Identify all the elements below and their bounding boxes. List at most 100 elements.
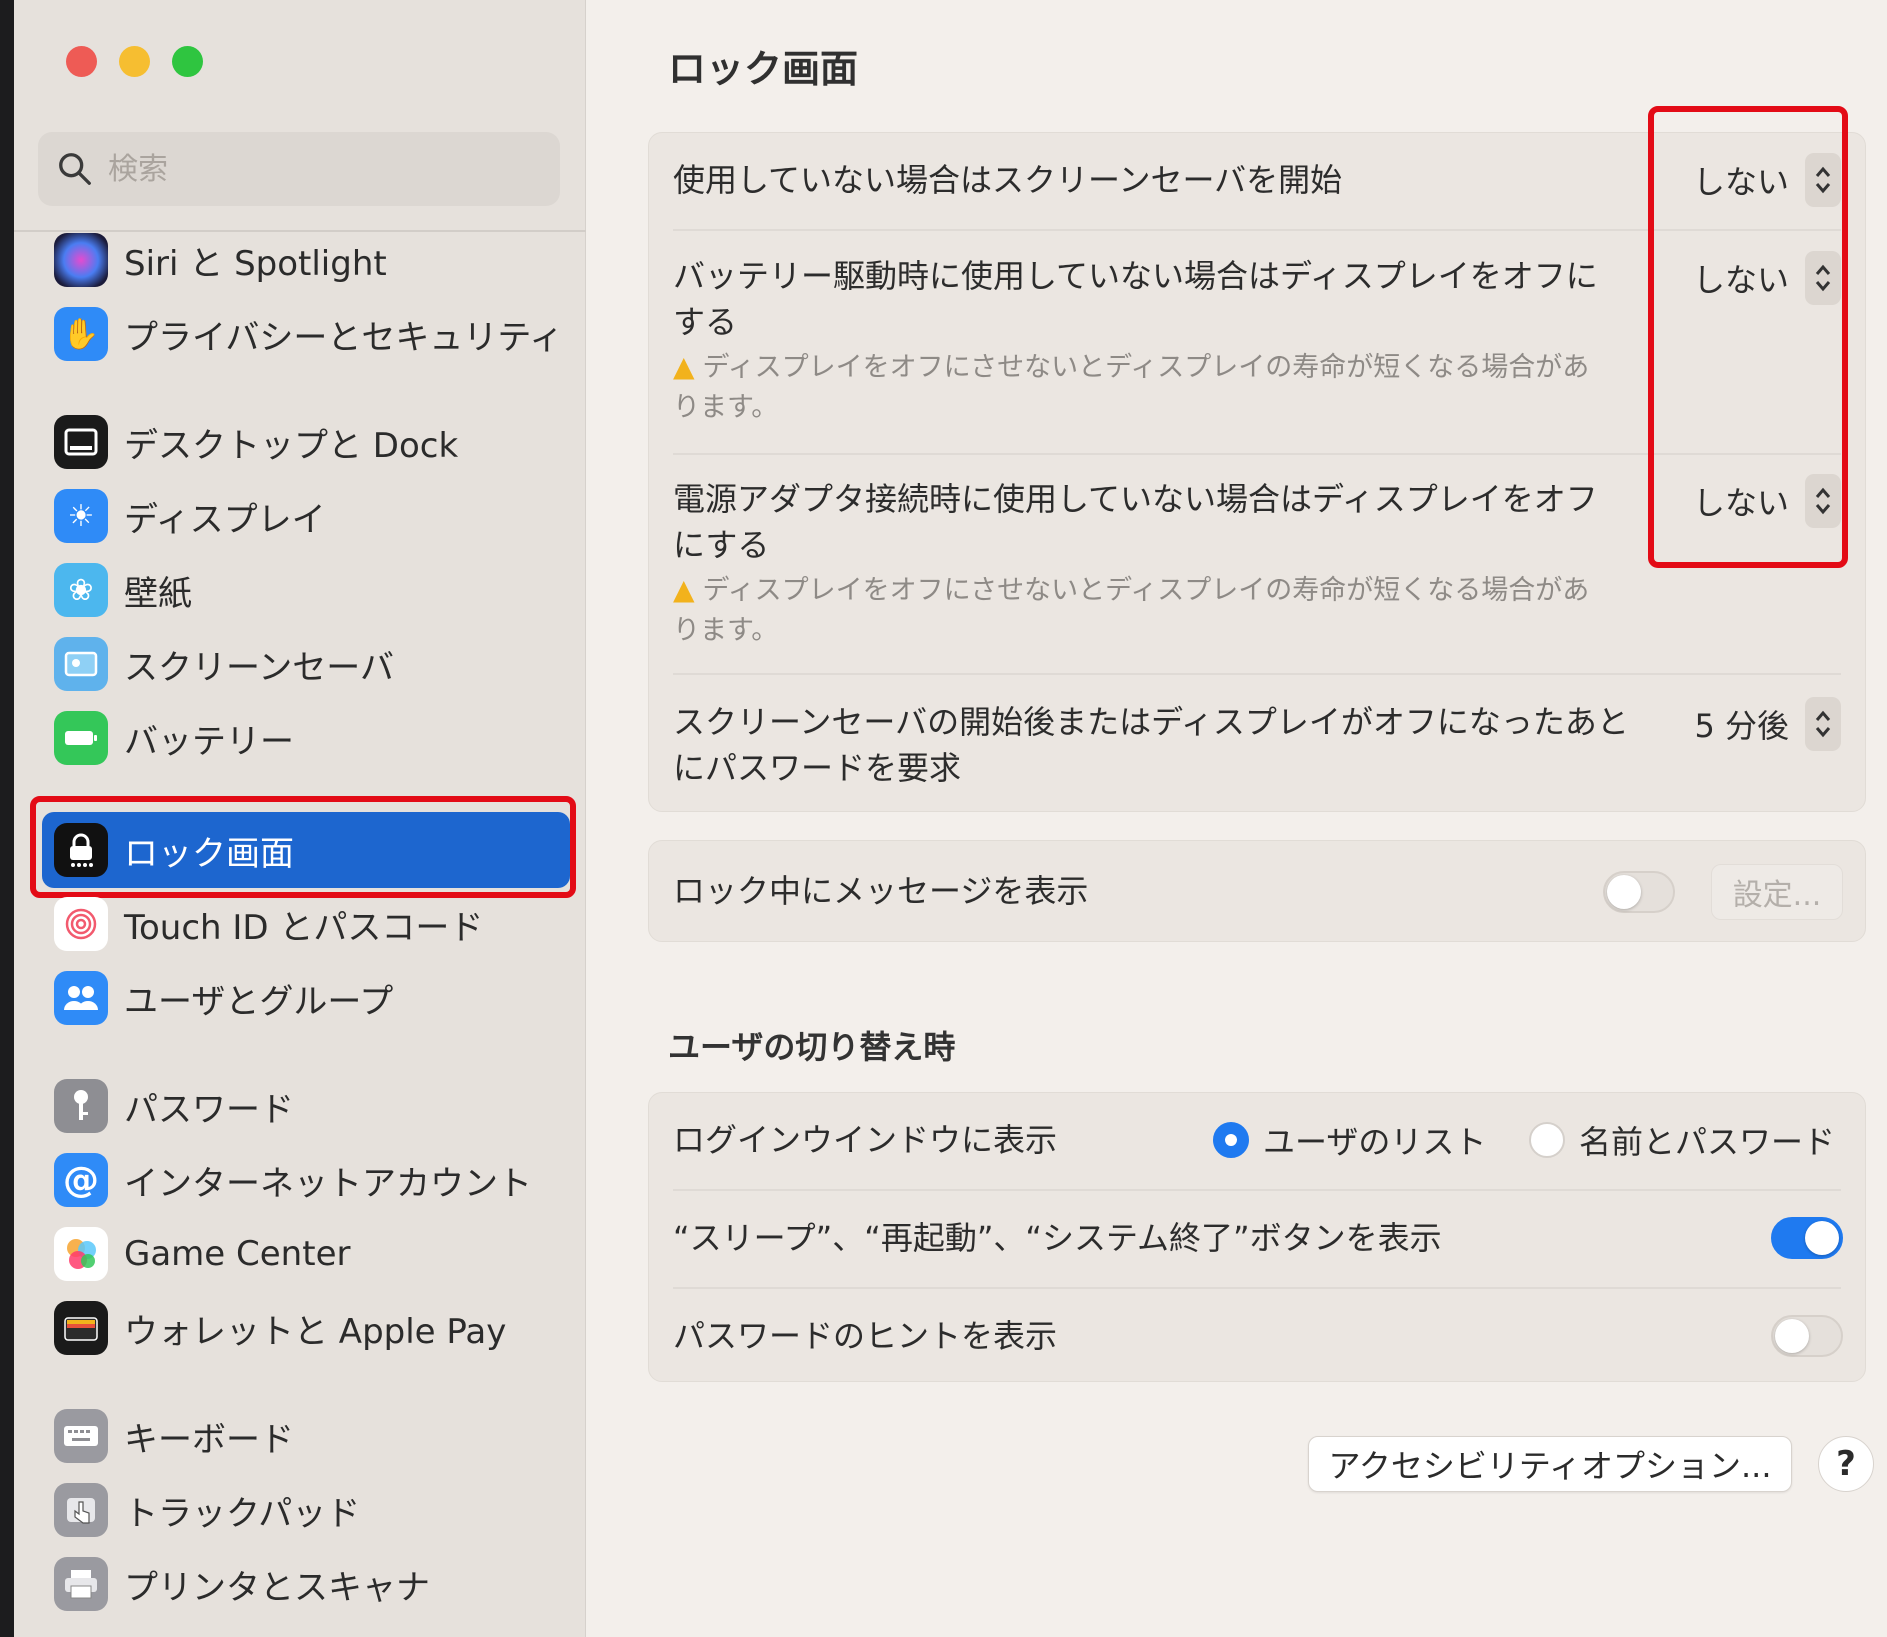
row-separator [673, 229, 1841, 231]
user-switch-section-title: ユーザの切り替え時 [668, 1028, 956, 1066]
chevron-updown-icon [1805, 474, 1841, 528]
sleep-buttons-label: “スリープ”、“再起動”、“システム終了”ボタンを表示 [673, 1219, 1442, 1257]
sidebar-item-label: トラックパッド [124, 1493, 361, 1534]
at-icon: @ [54, 1153, 108, 1207]
accessibility-options-button[interactable]: アクセシビリティオプション... [1308, 1436, 1792, 1492]
sidebar-item-users-groups[interactable]: ユーザとグループ [42, 960, 570, 1036]
password-hint-toggle[interactable] [1771, 1315, 1843, 1357]
sidebar-item-label: キーボード [124, 1419, 294, 1460]
battery-display-off-label-2: する [673, 303, 738, 341]
screensaver-popup[interactable]: しない [1693, 153, 1841, 207]
main-content: ロック画面 使用していない場合はスクリーンセーバを開始 しない バッテリー駆動時… [586, 0, 1887, 1637]
require-password-value: 5 分後 [1694, 707, 1789, 745]
page-title: ロック画面 [668, 47, 859, 91]
sidebar-item-keyboard[interactable]: キーボード [42, 1398, 570, 1474]
battery-display-off-popup[interactable]: しない [1693, 251, 1841, 305]
sidebar-item-internet-accounts[interactable]: @ インターネットアカウント [42, 1142, 570, 1218]
radio-name-password[interactable]: 名前とパスワード [1529, 1117, 1835, 1163]
battery-display-off-label-1: バッテリー駆動時に使用していない場合はディスプレイをオフに [673, 257, 1598, 295]
warning-icon: ▲ [673, 350, 695, 383]
adapter-display-off-popup[interactable]: しない [1693, 474, 1841, 528]
require-password-popup[interactable]: 5 分後 [1694, 697, 1841, 751]
radio-button[interactable] [1529, 1122, 1565, 1158]
screensaver-value: しない [1692, 163, 1789, 201]
chevron-updown-icon [1805, 697, 1841, 751]
sidebar-item-passwords[interactable]: パスワード [42, 1068, 570, 1144]
sidebar-item-battery[interactable]: バッテリー [42, 700, 570, 776]
adapter-warning-1: ディスプレイをオフにさせないとディスプレイの寿命が短くなる場合があ [702, 575, 1590, 606]
desktop-dock-icon [54, 415, 108, 469]
sidebar-item-siri-spotlight[interactable]: Siri と Spotlight [42, 222, 570, 298]
user-switch-group: ログインウインドウに表示 ユーザのリスト 名前とパスワード “スリープ”、“再起… [648, 1092, 1866, 1382]
help-button[interactable]: ? [1818, 1436, 1874, 1492]
sun-icon: ☀ [54, 489, 108, 543]
adapter-display-off-value: しない [1692, 484, 1789, 522]
sidebar-item-privacy-security[interactable]: ✋ プライバシーとセキュリティ [42, 296, 570, 372]
search-field[interactable] [38, 132, 560, 206]
sidebar-item-label: Touch ID とパスコード [124, 907, 484, 948]
sidebar-item-label: インターネットアカウント [124, 1163, 532, 1204]
radio-user-list[interactable]: ユーザのリスト [1213, 1117, 1486, 1163]
sidebar-item-trackpad[interactable]: トラックパッド [42, 1472, 570, 1548]
sidebar-item-label: バッテリー [124, 721, 294, 762]
toggle-knob [1775, 1319, 1809, 1353]
sidebar-item-label: デスクトップと Dock [124, 425, 459, 466]
sidebar-item-label: ロック画面 [124, 833, 294, 874]
sleep-buttons-row: “スリープ”、“再起動”、“システム終了”ボタンを表示 [673, 1215, 1841, 1261]
toggle-knob [1607, 875, 1641, 909]
lock-message-group: ロック中にメッセージを表示 設定... [648, 840, 1866, 942]
trackpad-icon [54, 1483, 108, 1537]
battery-warning-2: ります。 [673, 392, 779, 423]
fingerprint-icon [54, 897, 108, 951]
message-settings-button[interactable]: 設定... [1711, 864, 1843, 920]
require-password-label-1: スクリーンセーバの開始後またはディスプレイがオフになったあと [673, 703, 1629, 741]
sidebar-item-touch-id[interactable]: Touch ID とパスコード [42, 886, 570, 962]
sidebar-item-display[interactable]: ☀ ディスプレイ [42, 478, 570, 554]
chevron-updown-icon [1805, 251, 1841, 305]
close-window-button[interactable] [66, 46, 97, 77]
sidebar-item-label: スクリーンセーバ [124, 647, 394, 688]
password-hint-row: パスワードのヒントを表示 [673, 1313, 1841, 1359]
screensaver-label: 使用していない場合はスクリーンセーバを開始 [673, 161, 1343, 199]
battery-display-off-value: しない [1692, 261, 1789, 299]
lock-message-toggle[interactable] [1603, 871, 1675, 913]
require-password-label-2: にパスワードを要求 [673, 749, 962, 787]
battery-display-off-row: バッテリー駆動時に使用していない場合はディスプレイをオフに する ▲ ディスプレイ… [673, 253, 1841, 428]
sidebar: Siri と Spotlight ✋ プライバシーとセキュリティ デスクトップと… [14, 0, 586, 1637]
toggle-knob [1805, 1221, 1839, 1255]
row-separator [673, 673, 1841, 675]
sidebar-item-desktop-dock[interactable]: デスクトップと Dock [42, 404, 570, 480]
adapter-warning-2: ります。 [673, 615, 779, 646]
sidebar-item-label: ユーザとグループ [124, 981, 394, 1022]
sidebar-item-printers-scanners[interactable]: プリンタとスキャナ [42, 1546, 570, 1622]
sidebar-item-label: Siri と Spotlight [124, 243, 387, 284]
sidebar-item-wallet-apple-pay[interactable]: ウォレットと Apple Pay [42, 1290, 570, 1366]
chevron-updown-icon [1805, 153, 1841, 207]
game-center-icon [54, 1227, 108, 1281]
radio-user-list-label: ユーザのリスト [1263, 1123, 1487, 1161]
search-icon [59, 153, 91, 185]
sleep-buttons-toggle[interactable] [1771, 1217, 1843, 1259]
system-settings-window: Siri と Spotlight ✋ プライバシーとセキュリティ デスクトップと… [14, 0, 1887, 1637]
window-controls [66, 46, 203, 77]
screensaver-icon [54, 637, 108, 691]
sidebar-item-label: パスワード [124, 1089, 294, 1130]
sidebar-item-wallpaper[interactable]: ❀ 壁紙 [42, 552, 570, 628]
sidebar-item-screensaver[interactable]: スクリーンセーバ [42, 626, 570, 702]
keyboard-icon [54, 1409, 108, 1463]
zoom-window-button[interactable] [172, 46, 203, 77]
battery-icon [54, 711, 108, 765]
printer-icon [54, 1557, 108, 1611]
hand-icon: ✋ [54, 307, 108, 361]
search-input[interactable] [108, 151, 528, 187]
sidebar-item-game-center[interactable]: Game Center [42, 1216, 570, 1292]
radio-name-password-label: 名前とパスワード [1579, 1123, 1836, 1161]
radio-button-selected[interactable] [1213, 1122, 1249, 1158]
display-settings-group: 使用していない場合はスクリーンセーバを開始 しない バッテリー駆動時に使用してい… [648, 132, 1866, 812]
warning-icon: ▲ [673, 573, 695, 606]
minimize-window-button[interactable] [119, 46, 150, 77]
sidebar-item-label: 壁紙 [124, 573, 192, 614]
password-hint-label: パスワードのヒントを表示 [673, 1317, 1058, 1355]
sidebar-item-lock-screen[interactable]: ロック画面 [42, 812, 570, 888]
row-separator [673, 1189, 1841, 1191]
